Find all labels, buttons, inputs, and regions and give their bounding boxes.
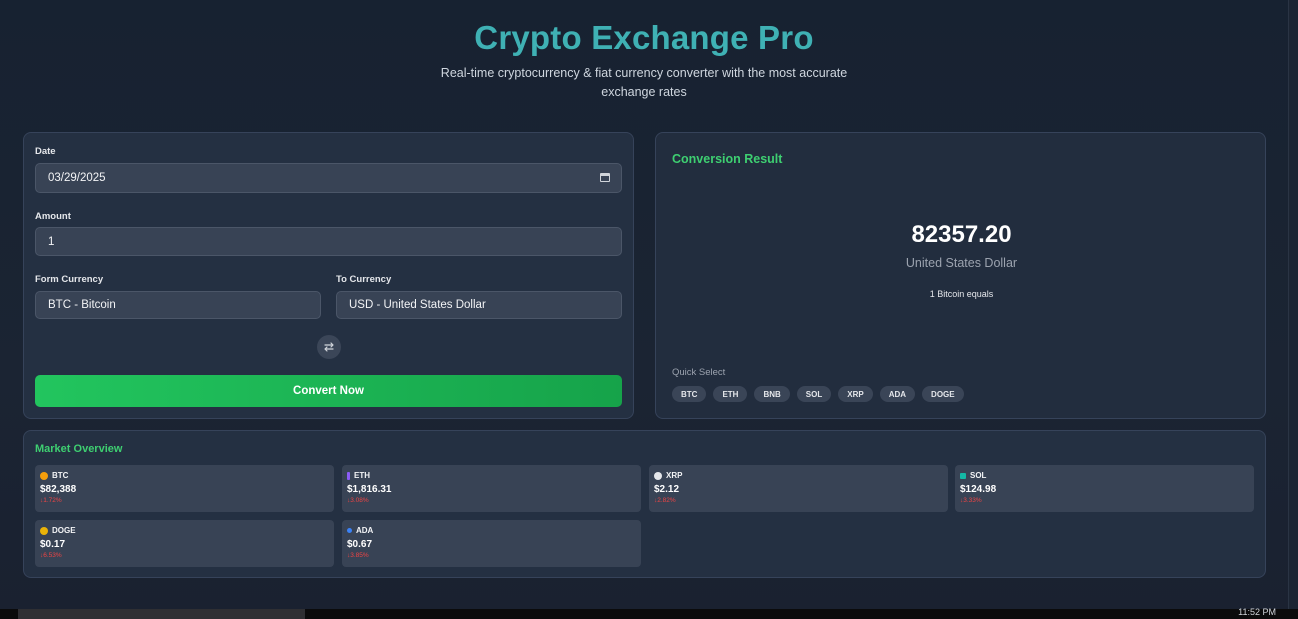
market-card-eth[interactable]: ETH $1,816.31 ↓3.08% [342, 465, 641, 512]
quick-select-label: Quick Select [672, 367, 726, 378]
quick-select-doge[interactable]: DOGE [922, 386, 964, 402]
conversion-result-panel: Conversion Result 82357.20 United States… [655, 132, 1266, 419]
market-card-doge[interactable]: DOGE $0.17 ↓6.53% [35, 520, 334, 567]
swap-currencies-button[interactable] [317, 335, 341, 359]
calendar-icon[interactable] [600, 173, 610, 182]
market-card-btc[interactable]: BTC $82,388 ↓1.72% [35, 465, 334, 512]
quick-select-ada[interactable]: ADA [879, 386, 916, 402]
coin-price: $2.12 [654, 484, 680, 495]
taskbar-clock: 11:52 PM [1238, 607, 1276, 617]
result-amount: 82357.20 [911, 221, 1012, 248]
coin-symbol: XRP [666, 471, 683, 480]
coin-change: ↓3.08% [347, 497, 369, 504]
market-overview-heading: Market Overview [35, 443, 123, 455]
ethereum-icon [347, 471, 350, 480]
page-header: Crypto Exchange Pro Real-time cryptocurr… [0, 0, 1288, 102]
coin-symbol: ADA [356, 526, 374, 535]
coin-change: ↓2.82% [654, 497, 676, 504]
from-currency-label: Form Currency [35, 274, 104, 285]
quick-select-chips: BTC ETH BNB SOL XRP ADA DOGE [672, 386, 964, 402]
dogecoin-icon [40, 526, 48, 535]
to-currency-value: USD - United States Dollar [349, 299, 486, 311]
page-scrollbar[interactable] [1288, 0, 1298, 609]
result-heading: Conversion Result [672, 152, 783, 166]
result-equals-text: 1 Bitcoin equals [929, 289, 994, 299]
taskbar-search-box[interactable] [18, 609, 305, 619]
market-card-xrp[interactable]: XRP $2.12 ↓2.82% [649, 465, 948, 512]
xrp-icon [654, 471, 662, 480]
from-currency-select[interactable]: BTC - Bitcoin [35, 291, 321, 319]
coin-symbol: ETH [354, 471, 370, 480]
coin-change: ↓3.33% [960, 497, 982, 504]
market-card-sol[interactable]: SOL $124.98 ↓3.33% [955, 465, 1254, 512]
amount-field[interactable]: 1 [35, 227, 622, 256]
solana-icon [960, 472, 966, 479]
to-currency-select[interactable]: USD - United States Dollar [336, 291, 622, 319]
coin-symbol: SOL [970, 471, 987, 480]
amount-label: Amount [35, 211, 71, 222]
date-value: 03/29/2025 [48, 172, 106, 184]
quick-select-xrp[interactable]: XRP [838, 386, 873, 402]
from-currency-value: BTC - Bitcoin [48, 299, 116, 311]
quick-select-sol[interactable]: SOL [796, 386, 832, 402]
coin-price: $0.67 [347, 539, 373, 550]
date-field[interactable]: 03/29/2025 [35, 163, 622, 193]
coin-symbol: DOGE [52, 526, 76, 535]
result-currency: United States Dollar [905, 256, 1018, 270]
coin-change: ↓3.85% [347, 552, 369, 559]
converter-form-panel: Date 03/29/2025 Amount 1 Form Currency B… [23, 132, 634, 419]
os-taskbar: 11:52 PM [0, 607, 1298, 619]
amount-value: 1 [48, 235, 55, 248]
swap-arrows-icon [324, 342, 334, 352]
quick-select-eth[interactable]: ETH [713, 386, 748, 402]
to-currency-label: To Currency [336, 274, 392, 285]
coin-change: ↓1.72% [40, 497, 62, 504]
app-subtitle: Real-time cryptocurrency & fiat currency… [440, 66, 848, 99]
coin-symbol: BTC [52, 471, 69, 480]
coin-change: ↓6.53% [40, 552, 62, 559]
quick-select-btc[interactable]: BTC [672, 386, 707, 402]
convert-now-button[interactable]: Convert Now [35, 375, 622, 407]
market-card-ada[interactable]: ADA $0.67 ↓3.85% [342, 520, 641, 567]
app-title: Crypto Exchange Pro [474, 19, 814, 56]
coin-price: $82,388 [40, 484, 77, 495]
cardano-icon [347, 528, 352, 533]
coin-price: $0.17 [40, 539, 66, 550]
quick-select-bnb[interactable]: BNB [754, 386, 790, 402]
coin-price: $124.98 [960, 484, 997, 495]
bitcoin-icon [40, 471, 48, 480]
market-overview-panel: Market Overview BTC $82,388 ↓1.72% ETH $… [23, 430, 1266, 578]
coin-price: $1,816.31 [347, 484, 392, 495]
date-label: Date [35, 146, 56, 157]
